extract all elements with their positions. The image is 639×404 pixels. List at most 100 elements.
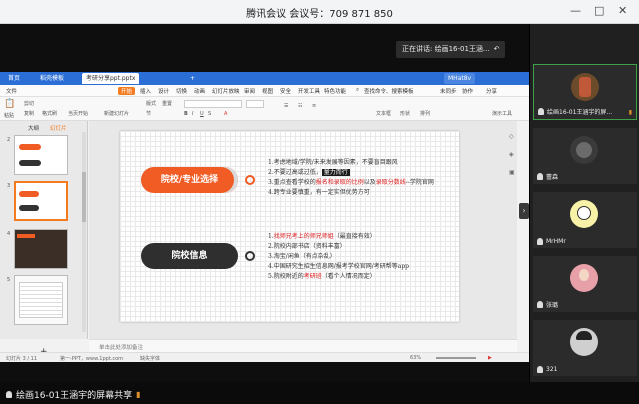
tab-docer[interactable]: 稻壳模板	[36, 73, 68, 84]
zoom-slider[interactable]	[436, 357, 476, 359]
status-unsynced[interactable]: 未同步	[440, 87, 457, 95]
mic-icon	[537, 366, 543, 373]
panel-collapse-icon[interactable]: ›	[519, 203, 529, 219]
list-item: 5.院校附近的考研班（看个人情况而定）	[268, 273, 376, 280]
participant-tile[interactable]: MrHMr	[533, 192, 637, 248]
tab-outline[interactable]: 大纲	[28, 124, 39, 132]
from-current-button[interactable]: 当页开始	[68, 110, 88, 117]
missing-font-link[interactable]: 缺失字体	[140, 355, 160, 362]
participant-tile[interactable]: 绘画16-01王涵宇的屏... ▮	[533, 64, 637, 120]
command-search[interactable]: 查找命令、搜索模板	[364, 87, 414, 95]
participant-name: 蕾森	[537, 172, 558, 181]
cut-button[interactable]: 剪切	[24, 100, 34, 107]
paste-label[interactable]: 粘贴	[4, 112, 14, 119]
format-painter-button[interactable]: 格式刷	[42, 110, 57, 117]
undo-arrow-icon: ↶	[493, 45, 500, 53]
thumb-number: 5	[7, 277, 11, 283]
underline-icon[interactable]: U	[200, 111, 204, 117]
tab-home[interactable]: 首页	[4, 73, 24, 84]
menu-transition[interactable]: 切换	[176, 87, 187, 95]
text-box-button[interactable]: 文本框	[376, 110, 391, 117]
user-badge[interactable]: MHat8v	[444, 73, 476, 84]
menu-features[interactable]: 特色功能	[324, 87, 346, 95]
list-item: 1.考虑地域/学院/未来发展等因素，不要盲目跟风	[268, 159, 398, 166]
search-icon[interactable]: ⌕	[356, 87, 359, 94]
shape-button[interactable]: 形状	[400, 110, 410, 117]
scrollbar-thumb[interactable]	[82, 172, 86, 222]
menu-slideshow[interactable]: 幻灯片放映	[212, 87, 240, 95]
section-title-school-major: 院校/专业选择	[141, 167, 238, 193]
speaking-text: 正在讲话: 绘画16-01王涵...	[402, 45, 490, 53]
menu-insert[interactable]: 插入	[140, 87, 151, 95]
font-size-select[interactable]	[246, 100, 264, 108]
canvas-tool-icon[interactable]: ▣	[509, 169, 515, 176]
menu-review[interactable]: 审阅	[244, 87, 255, 95]
tab-slides[interactable]: 幻灯片	[50, 124, 67, 132]
menu-developer[interactable]: 开发工具	[298, 87, 320, 95]
highlight-text: 量力而行	[321, 169, 350, 176]
new-slide-button[interactable]: 新建幻灯片	[104, 110, 129, 117]
menu-view[interactable]: 视图	[262, 87, 273, 95]
mic-icon	[6, 391, 12, 398]
slide-thumbnail[interactable]	[14, 275, 68, 325]
close-icon[interactable]: ✕	[618, 4, 627, 17]
list-item: 4.跨专业要慎重，有一定实但优势方可	[268, 189, 370, 196]
canvas-tool-icon[interactable]: ◈	[509, 151, 514, 158]
menu-start[interactable]: 开始	[118, 87, 136, 95]
notes-area[interactable]: 单击此处添加备注	[89, 339, 517, 352]
title-bar: 腾讯会议 会议号：709 871 850 — □ ✕	[0, 0, 639, 24]
menu-file[interactable]: 文件	[6, 87, 17, 95]
mic-icon	[538, 108, 544, 115]
participant-tile[interactable]: 321	[533, 320, 637, 376]
participant-name: 绘画16-01王涵宇的屏...	[538, 107, 612, 116]
play-slideshow-icon[interactable]: ▶	[488, 355, 492, 361]
thumbnails-scrollbar[interactable]	[82, 132, 86, 332]
bold-icon[interactable]: B	[184, 111, 188, 117]
new-tab-icon[interactable]: +	[186, 73, 199, 84]
play-tools-button[interactable]: 演示工具	[492, 110, 512, 117]
font-color-icon[interactable]: A	[224, 111, 227, 117]
menu-animation[interactable]: 动画	[194, 87, 205, 95]
reset-button[interactable]: 重置	[162, 100, 172, 107]
signal-icon: ▮	[136, 390, 141, 399]
slide-counter: 幻灯片 3 / 11	[6, 356, 37, 362]
maximize-icon[interactable]: □	[594, 4, 604, 17]
arrange-button[interactable]: 排列	[420, 110, 430, 117]
avatar	[570, 328, 598, 356]
canvas-tool-icon[interactable]: ◇	[509, 133, 514, 140]
number-list-icon[interactable]: ☷	[298, 103, 302, 109]
pane-tab-bar: 大纲 幻灯片	[0, 121, 88, 132]
copy-button[interactable]: 复制	[24, 110, 34, 117]
status-collab[interactable]: 协作	[462, 87, 473, 95]
mic-icon	[537, 173, 543, 180]
italic-icon[interactable]: I	[192, 111, 193, 117]
section-title-school-info: 院校信息	[141, 243, 238, 269]
slide-thumbnail[interactable]	[14, 229, 68, 269]
menu-security[interactable]: 安全	[280, 87, 291, 95]
strike-icon[interactable]: S	[208, 111, 211, 117]
participant-tile[interactable]: 张璐	[533, 256, 637, 312]
share-button[interactable]: 分享	[486, 87, 497, 95]
bullet-list-icon[interactable]: ☰	[284, 103, 288, 109]
participant-tile[interactable]: 蕾森	[533, 128, 637, 184]
slide-thumbnail-selected[interactable]	[14, 181, 68, 221]
slide-thumbnail[interactable]	[14, 135, 68, 175]
zoom-level[interactable]: 63%	[410, 355, 421, 361]
screen-share-label: 绘画16-01王涵宇的屏幕共享 ▮	[6, 388, 141, 401]
font-name-select[interactable]	[184, 100, 242, 108]
minimize-icon[interactable]: —	[570, 4, 581, 17]
paste-icon[interactable]: 📋	[4, 99, 15, 109]
wps-window: 首页 稻壳模板 考研分享ppt.pptx + MHat8v 文件 开始 插入 设…	[0, 72, 529, 362]
current-slide[interactable]: 院校/专业选择 1.考虑地域/学院/未来发展等因素，不要盲目跟风 2.不要过高或…	[120, 131, 459, 322]
meeting-title: 腾讯会议 会议号：709 871 850	[246, 9, 393, 20]
menu-design[interactable]: 设计	[158, 87, 169, 95]
meeting-window: 腾讯会议 会议号：709 871 850 — □ ✕ 正在讲话: 绘画16-01…	[0, 0, 639, 404]
section-button[interactable]: 节	[146, 110, 151, 117]
tab-document[interactable]: 考研分享ppt.pptx	[82, 73, 140, 84]
ring-decoration	[245, 175, 255, 185]
layout-button[interactable]: 版式	[146, 100, 156, 107]
align-icon[interactable]: ≡	[312, 103, 316, 109]
avatar	[570, 136, 598, 164]
participant-name: 张璐	[537, 300, 558, 309]
list-item: 3.重点查看学校的报名和录取的比例以及录取分数线--学院官网	[268, 179, 434, 186]
